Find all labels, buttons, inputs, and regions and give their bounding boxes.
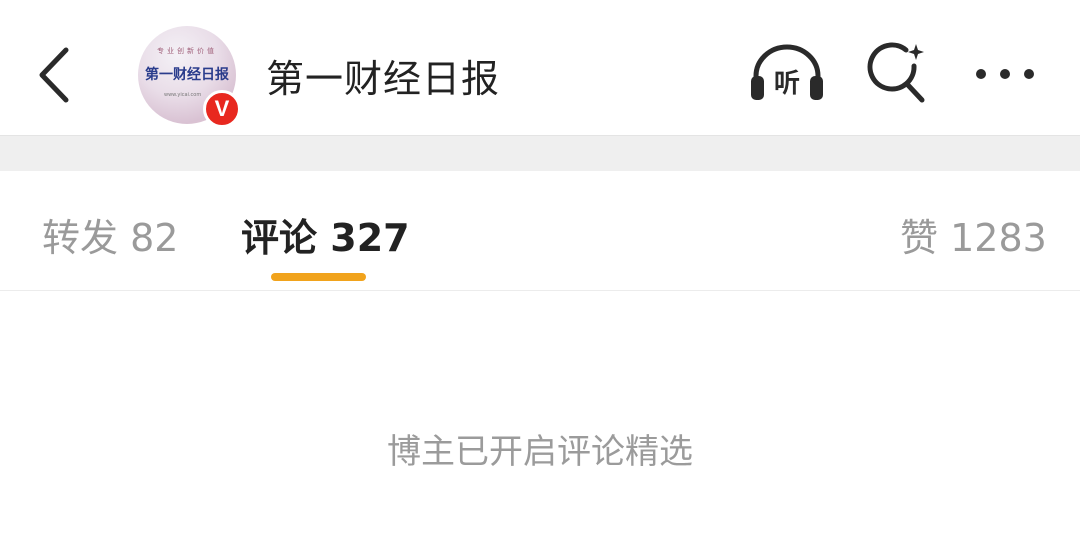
top-nav-bar: 专业创新价值 第一财经日报 www.yicai.com V 第一财经日报 听 xyxy=(0,0,1080,135)
tab-repost[interactable]: 转发 82 xyxy=(42,207,178,262)
tab-comment[interactable]: 评论 327 xyxy=(241,207,410,262)
tab-like-label: 赞 xyxy=(900,216,939,260)
search-button[interactable] xyxy=(866,40,930,106)
listen-button[interactable]: 听 xyxy=(748,42,826,104)
avatar-url-text: www.yicai.com xyxy=(164,92,202,98)
active-tab-indicator xyxy=(271,273,366,281)
back-button[interactable] xyxy=(34,44,78,106)
headphones-icon: 听 xyxy=(751,44,823,100)
avatar-logo-text: 第一财经日报 xyxy=(145,67,229,83)
tab-comment-label: 评论 xyxy=(241,216,318,260)
search-sparkle-icon xyxy=(867,42,925,103)
more-button[interactable] xyxy=(972,60,1038,90)
interaction-tabs: 转发 82 评论 327 赞 1283 xyxy=(0,171,1080,291)
listen-label: 听 xyxy=(774,69,800,99)
account-name[interactable]: 第一财经日报 xyxy=(266,48,500,103)
tab-repost-label: 转发 xyxy=(42,216,119,260)
verified-badge: V xyxy=(203,90,241,128)
tab-comment-count: 327 xyxy=(330,216,410,260)
section-divider xyxy=(0,135,1080,172)
tab-repost-count: 82 xyxy=(130,216,179,260)
chevron-left-icon xyxy=(39,47,69,103)
tab-like-count: 1283 xyxy=(950,216,1047,260)
tab-like[interactable]: 赞 1283 xyxy=(900,207,1047,262)
comment-selection-notice: 博主已开启评论精选 xyxy=(387,432,693,472)
more-horizontal-icon xyxy=(976,69,1034,79)
avatar-tagline: 专业创新价值 xyxy=(157,47,217,55)
